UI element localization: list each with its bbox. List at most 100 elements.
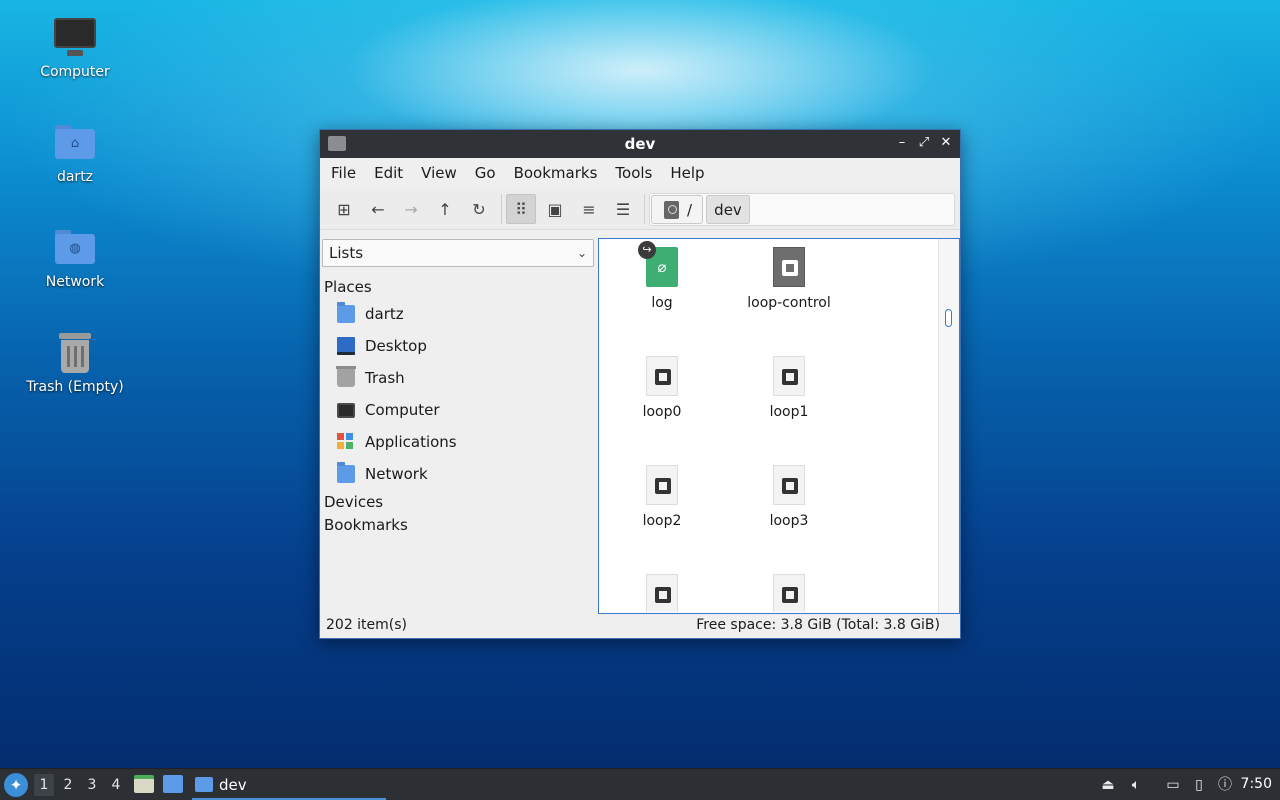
file-item[interactable]: loop0 xyxy=(607,356,717,420)
side-pane: Lists ⌄ Places dartz Desktop Trash Compu… xyxy=(321,238,595,614)
desktop-icon-label: Trash (Empty) xyxy=(26,379,124,395)
update-notifier-icon[interactable]: ⓘ xyxy=(1216,776,1234,794)
maximize-button[interactable]: ⤢ xyxy=(916,134,932,152)
desktop-icon-label: Computer xyxy=(40,64,110,80)
desktop-icon-label: dartz xyxy=(56,169,94,185)
section-places[interactable]: Places xyxy=(324,278,372,296)
file-item[interactable] xyxy=(734,574,844,612)
menu-file[interactable]: File xyxy=(322,164,365,182)
file-view[interactable]: ⌀ ↪ log loop-control loop0 loop1 loop2 lo… xyxy=(598,238,960,614)
reload-icon[interactable]: ↻ xyxy=(464,194,494,224)
socket-icon: ⌀ ↪ xyxy=(638,241,678,287)
forward-icon[interactable]: → xyxy=(396,194,426,224)
sidebar-item-label: Desktop xyxy=(365,337,427,355)
sidebar-item-network[interactable]: Network xyxy=(337,460,428,488)
sidebar-item-computer[interactable]: Computer xyxy=(337,396,440,424)
computer-icon xyxy=(51,16,99,60)
path-crumb-current[interactable]: dev xyxy=(706,195,750,224)
desktop-icon-label: Network xyxy=(45,274,105,290)
block-device-icon xyxy=(646,465,678,505)
volume-icon[interactable]: 🔈︎ xyxy=(1127,776,1145,794)
toolbar-separator xyxy=(644,194,645,224)
new-tab-icon[interactable]: ⊞ xyxy=(329,194,359,224)
start-menu-button[interactable]: ✦ xyxy=(4,773,28,797)
item-count: 202 item(s) xyxy=(326,617,408,633)
window-titlebar[interactable]: dev – ⤢ ✕ xyxy=(320,130,960,158)
taskbar: ✦ 1 2 3 4 dev ⏏ 🔈︎ ▭ ▯ ⓘ 7:50 xyxy=(0,768,1280,800)
block-device-icon xyxy=(646,356,678,396)
sidebar-item-label: Trash xyxy=(365,369,405,387)
clock[interactable]: 7:50 xyxy=(1241,776,1272,792)
file-name: loop1 xyxy=(769,404,809,420)
close-button[interactable]: ✕ xyxy=(938,134,954,152)
window-title: dev xyxy=(624,135,656,153)
menu-help[interactable]: Help xyxy=(661,164,713,182)
icon-view-icon[interactable]: ⠿ xyxy=(506,194,536,224)
menu-bar: File Edit View Go Bookmarks Tools Help xyxy=(320,158,960,188)
file-item[interactable]: loop3 xyxy=(734,465,844,529)
file-manager-window: dev – ⤢ ✕ File Edit View Go Bookmarks To… xyxy=(319,129,961,639)
home-folder-icon xyxy=(337,302,355,323)
sidebar-item-trash[interactable]: Trash xyxy=(336,364,405,392)
file-name: log xyxy=(651,295,673,311)
network-folder-icon: ◍ xyxy=(51,226,99,270)
file-name: loop-control xyxy=(747,295,831,311)
thumbnail-view-icon[interactable]: ▣ xyxy=(540,194,570,224)
trash-icon xyxy=(51,331,99,375)
path-root-label: / xyxy=(687,200,693,219)
block-device-icon xyxy=(646,574,678,612)
file-manager-launcher-icon[interactable] xyxy=(163,775,183,793)
file-item[interactable]: loop2 xyxy=(607,465,717,529)
workspace-3[interactable]: 3 xyxy=(82,774,102,796)
computer-icon xyxy=(337,402,355,418)
block-device-icon xyxy=(773,356,805,396)
back-icon[interactable]: ← xyxy=(363,194,393,224)
vertical-scrollbar[interactable] xyxy=(938,239,959,613)
sidebar-item-applications[interactable]: Applications xyxy=(337,428,457,456)
side-pane-mode-select[interactable]: Lists ⌄ xyxy=(322,239,594,267)
drive-icon xyxy=(664,200,679,219)
eject-icon[interactable]: ⏏ xyxy=(1099,776,1117,794)
sidebar-item-home[interactable]: dartz xyxy=(337,300,404,328)
file-name: loop0 xyxy=(642,404,682,420)
file-item[interactable] xyxy=(607,574,717,612)
menu-view[interactable]: View xyxy=(412,164,466,182)
section-devices[interactable]: Devices xyxy=(324,493,383,511)
sidebar-item-desktop[interactable]: Desktop xyxy=(337,332,427,360)
section-bookmarks[interactable]: Bookmarks xyxy=(324,516,408,534)
menu-edit[interactable]: Edit xyxy=(365,164,412,182)
desktop-icon-network[interactable]: ◍ Network xyxy=(15,226,135,290)
file-item[interactable]: loop1 xyxy=(734,356,844,420)
workspace-1[interactable]: 1 xyxy=(34,774,54,796)
network-folder-icon xyxy=(337,462,355,483)
desktop-icon-trash[interactable]: Trash (Empty) xyxy=(15,331,135,395)
taskbar-task-dev[interactable]: dev xyxy=(192,771,386,800)
block-device-icon xyxy=(773,465,805,505)
path-crumb-root[interactable]: / xyxy=(651,195,703,224)
workspace-2[interactable]: 2 xyxy=(58,774,78,796)
home-folder-icon: ⌂ xyxy=(51,121,99,165)
menu-bookmarks[interactable]: Bookmarks xyxy=(505,164,607,182)
scrollbar-thumb[interactable] xyxy=(945,309,952,327)
symlink-icon: ↪ xyxy=(638,241,656,259)
sidebar-item-label: Network xyxy=(365,465,428,483)
sidebar-item-label: Applications xyxy=(365,433,457,451)
desktop-icon-computer[interactable]: Computer xyxy=(15,16,135,80)
workspace-4[interactable]: 4 xyxy=(106,774,126,796)
file-item[interactable]: loop-control xyxy=(734,247,844,311)
free-space: Free space: 3.8 GiB (Total: 3.8 GiB) xyxy=(696,617,940,633)
menu-go[interactable]: Go xyxy=(466,164,505,182)
clipboard-icon[interactable]: ▯ xyxy=(1190,776,1208,794)
show-desktop-icon[interactable] xyxy=(134,775,154,793)
trash-icon xyxy=(336,366,356,387)
up-icon[interactable]: ↑ xyxy=(430,194,460,224)
path-bar: / dev xyxy=(649,193,955,226)
menu-tools[interactable]: Tools xyxy=(606,164,661,182)
detailed-list-icon[interactable]: ☰ xyxy=(608,194,638,224)
network-icon[interactable]: ▭ xyxy=(1164,776,1182,794)
desktop-icon-home[interactable]: ⌂ dartz xyxy=(15,121,135,185)
compact-view-icon[interactable]: ≡ xyxy=(574,194,604,224)
minimize-button[interactable]: – xyxy=(894,134,910,152)
file-item[interactable]: ⌀ ↪ log xyxy=(607,241,717,311)
char-device-icon xyxy=(773,247,805,287)
